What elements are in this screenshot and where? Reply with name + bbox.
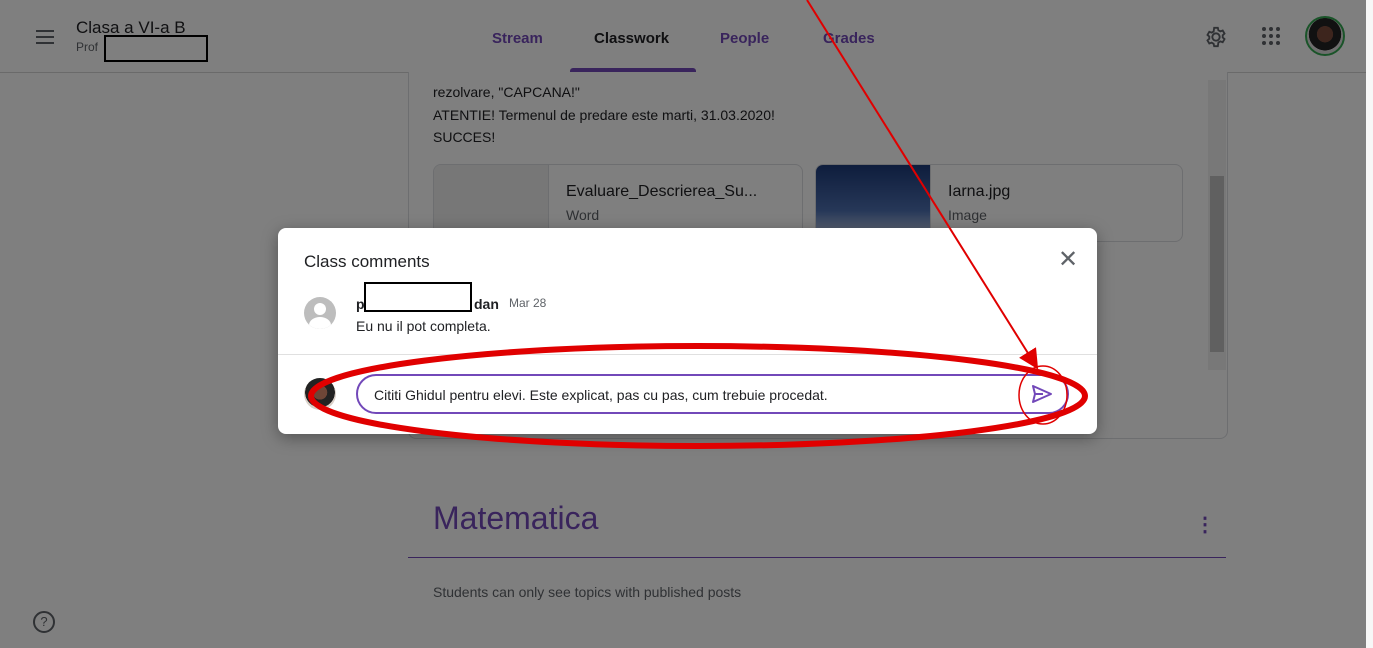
comment-date: Mar 28 — [509, 296, 547, 310]
comment-text: Eu nu il pot completa. — [356, 318, 491, 334]
redaction-box — [364, 282, 472, 312]
current-user-avatar — [304, 378, 336, 410]
dialog-title: Class comments — [304, 252, 430, 271]
divider — [278, 354, 1097, 355]
send-icon[interactable] — [1030, 382, 1054, 406]
comment-author: dan — [474, 296, 499, 312]
window-edge — [1366, 0, 1373, 648]
close-icon[interactable]: ✕ — [1058, 248, 1078, 272]
commenter-avatar — [304, 297, 336, 329]
comment-input[interactable]: Cititi Ghidul pentru elevi. Este explica… — [356, 374, 1069, 414]
comment-input-value[interactable]: Cititi Ghidul pentru elevi. Este explica… — [374, 387, 828, 403]
class-comments-dialog: Class comments ✕ p dan Mar 28 Eu nu il p… — [278, 228, 1097, 434]
